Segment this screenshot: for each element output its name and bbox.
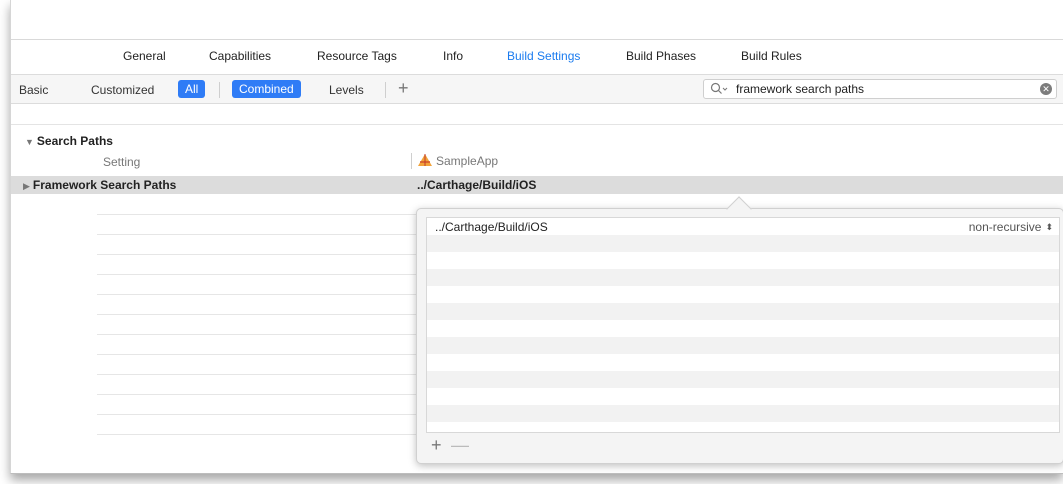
list-item bbox=[427, 371, 1059, 388]
filter-separator bbox=[219, 82, 220, 98]
setting-row-framework-search-paths[interactable]: ▶ Framework Search Paths ../Carthage/Buil… bbox=[11, 176, 1063, 194]
list-item bbox=[427, 422, 1059, 432]
tab-resource-tags[interactable]: Resource Tags bbox=[317, 49, 397, 63]
column-divider bbox=[411, 153, 412, 169]
clear-icon[interactable]: ✕ bbox=[1040, 83, 1052, 95]
top-strip bbox=[11, 0, 1063, 40]
list-item bbox=[427, 337, 1059, 354]
add-setting-button[interactable]: + bbox=[398, 78, 409, 99]
search-icon[interactable] bbox=[710, 82, 730, 96]
tab-build-rules[interactable]: Build Rules bbox=[741, 49, 802, 63]
list-item bbox=[427, 388, 1059, 405]
recursion-select[interactable]: non-recursive ⬍ bbox=[969, 220, 1053, 234]
build-settings-filter-bar: Basic Customized All Combined Levels + ✕ bbox=[11, 74, 1063, 104]
editor-tab-bar: General Capabilities Resource Tags Info … bbox=[11, 40, 1063, 70]
filter-customized[interactable]: Customized bbox=[91, 83, 154, 97]
filter-basic[interactable]: Basic bbox=[19, 83, 48, 97]
filter-combined[interactable]: Combined bbox=[232, 80, 301, 98]
section-header-search-paths[interactable]: ▼ Search Paths bbox=[25, 134, 113, 148]
remove-path-button[interactable]: — bbox=[451, 435, 469, 456]
row-divider bbox=[97, 234, 417, 235]
list-item bbox=[427, 252, 1059, 269]
list-item bbox=[427, 269, 1059, 286]
disclosure-triangle-down-icon[interactable]: ▼ bbox=[25, 137, 34, 147]
tab-capabilities[interactable]: Capabilities bbox=[209, 49, 271, 63]
tab-build-settings[interactable]: Build Settings bbox=[507, 49, 580, 63]
row-divider bbox=[97, 214, 417, 215]
search-input[interactable] bbox=[736, 82, 1036, 96]
row-divider bbox=[97, 414, 417, 415]
row-divider bbox=[97, 274, 417, 275]
list-item bbox=[427, 235, 1059, 252]
filter-levels[interactable]: Levels bbox=[329, 83, 364, 97]
add-path-button[interactable]: + bbox=[431, 435, 442, 456]
search-field[interactable]: ✕ bbox=[703, 79, 1057, 99]
filter-all[interactable]: All bbox=[178, 80, 206, 98]
row-divider bbox=[97, 254, 417, 255]
list-item[interactable]: ../Carthage/Build/iOS non-recursive ⬍ bbox=[427, 218, 1059, 235]
row-divider bbox=[97, 394, 417, 395]
row-divider bbox=[97, 354, 417, 355]
path-text[interactable]: ../Carthage/Build/iOS bbox=[435, 220, 548, 234]
target-name: SampleApp bbox=[436, 154, 499, 168]
tab-build-phases[interactable]: Build Phases bbox=[626, 49, 696, 63]
search-paths-list: ../Carthage/Build/iOS non-recursive ⬍ bbox=[426, 217, 1060, 433]
setting-value[interactable]: ../Carthage/Build/iOS bbox=[417, 178, 536, 192]
setting-name: ▶ Framework Search Paths bbox=[23, 178, 176, 192]
xcode-window: General Capabilities Resource Tags Info … bbox=[10, 0, 1063, 474]
row-divider bbox=[97, 434, 417, 435]
recursion-value: non-recursive bbox=[968, 220, 1042, 234]
list-item bbox=[427, 320, 1059, 337]
list-item bbox=[427, 286, 1059, 303]
divider bbox=[11, 124, 1063, 125]
column-header-target: SampleApp bbox=[417, 153, 498, 168]
setting-name-label: Framework Search Paths bbox=[32, 178, 177, 192]
column-header-setting: Setting bbox=[103, 155, 141, 169]
chevron-up-down-icon: ⬍ bbox=[1045, 222, 1053, 232]
tab-info[interactable]: Info bbox=[443, 49, 463, 63]
row-divider bbox=[97, 374, 417, 375]
list-item bbox=[427, 354, 1059, 371]
row-divider bbox=[97, 334, 417, 335]
list-item bbox=[427, 303, 1059, 320]
section-title: Search Paths bbox=[36, 134, 113, 148]
disclosure-triangle-right-icon[interactable]: ▶ bbox=[23, 181, 30, 191]
search-paths-popover: ../Carthage/Build/iOS non-recursive ⬍ + — bbox=[416, 196, 1063, 464]
empty-rows bbox=[97, 214, 417, 454]
app-icon bbox=[418, 154, 432, 166]
tab-general[interactable]: General bbox=[123, 49, 166, 63]
list-item bbox=[427, 405, 1059, 422]
filter-separator bbox=[385, 82, 386, 98]
row-divider bbox=[97, 294, 417, 295]
row-divider bbox=[97, 314, 417, 315]
